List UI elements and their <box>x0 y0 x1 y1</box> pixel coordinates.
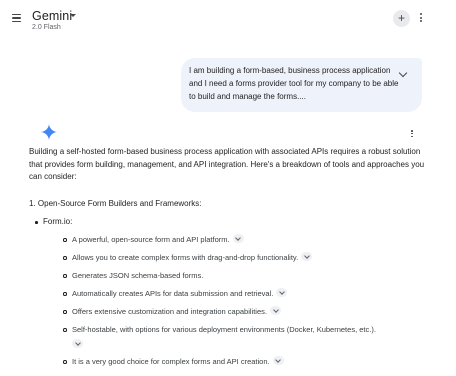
list-item: It is a very good choice for complex for… <box>72 356 284 367</box>
bullet-ring <box>63 360 67 364</box>
expand-chip-icon[interactable] <box>232 234 244 243</box>
list-item: Self-hostable, with options for various … <box>72 324 376 335</box>
list-item: Generates JSON schema-based forms. <box>72 270 203 281</box>
bullet-ring <box>63 238 67 242</box>
expand-chip-icon[interactable] <box>72 339 83 348</box>
list-item: Offers extensive customization and integ… <box>72 306 281 317</box>
gemini-star-icon <box>41 124 57 140</box>
expand-chip-icon[interactable] <box>272 356 284 365</box>
list-item: A powerful, open-source form and API pla… <box>72 234 244 245</box>
app-title[interactable]: Gemini <box>32 9 72 23</box>
expand-chip-icon[interactable] <box>301 252 313 261</box>
list-item-text: A powerful, open-source form and API pla… <box>72 235 230 244</box>
dropdown-caret-icon[interactable] <box>70 14 76 17</box>
bullet-ring <box>63 256 67 260</box>
response-intro: Building a self-hosted form-based busine… <box>29 147 425 181</box>
model-name: 2.0 Flash <box>32 24 61 31</box>
list-item-text: Offers extensive customization and integ… <box>72 307 267 316</box>
menu-icon[interactable] <box>12 14 21 22</box>
list-item: Automatically creates APIs for data subm… <box>72 288 288 299</box>
bullet-ring <box>63 328 67 332</box>
more-vert-icon[interactable] <box>419 13 423 25</box>
bullet-dot <box>35 221 38 224</box>
list-item-text: Generates JSON schema-based forms. <box>72 271 204 280</box>
expand-chevron-icon[interactable] <box>398 68 408 78</box>
section-heading: 1. Open-Source Form Builders and Framewo… <box>29 199 202 208</box>
bullet-ring <box>63 274 67 278</box>
list-item-text: Allows you to create complex forms with … <box>72 253 299 262</box>
response-more-icon[interactable] <box>410 130 414 140</box>
tool-name: Form.io: <box>43 217 73 226</box>
new-chat-button[interactable]: + <box>393 10 410 27</box>
list-item: Allows you to create complex forms with … <box>72 252 313 263</box>
bullet-ring <box>63 292 67 296</box>
list-item-text: Automatically creates APIs for data subm… <box>72 289 274 298</box>
user-message-text: I am building a form-based, business pro… <box>189 66 399 101</box>
expand-chip-icon[interactable] <box>276 288 288 297</box>
user-message-bubble: I am building a form-based, business pro… <box>181 58 422 112</box>
expand-chip-icon[interactable] <box>269 306 281 315</box>
plus-icon: + <box>397 11 405 25</box>
list-item-text: Self-hostable, with options for various … <box>72 325 376 334</box>
bullet-ring <box>63 310 67 314</box>
top-bar: Gemini 2.0 Flash + <box>0 0 456 38</box>
list-item-text: It is a very good choice for complex for… <box>72 357 270 366</box>
